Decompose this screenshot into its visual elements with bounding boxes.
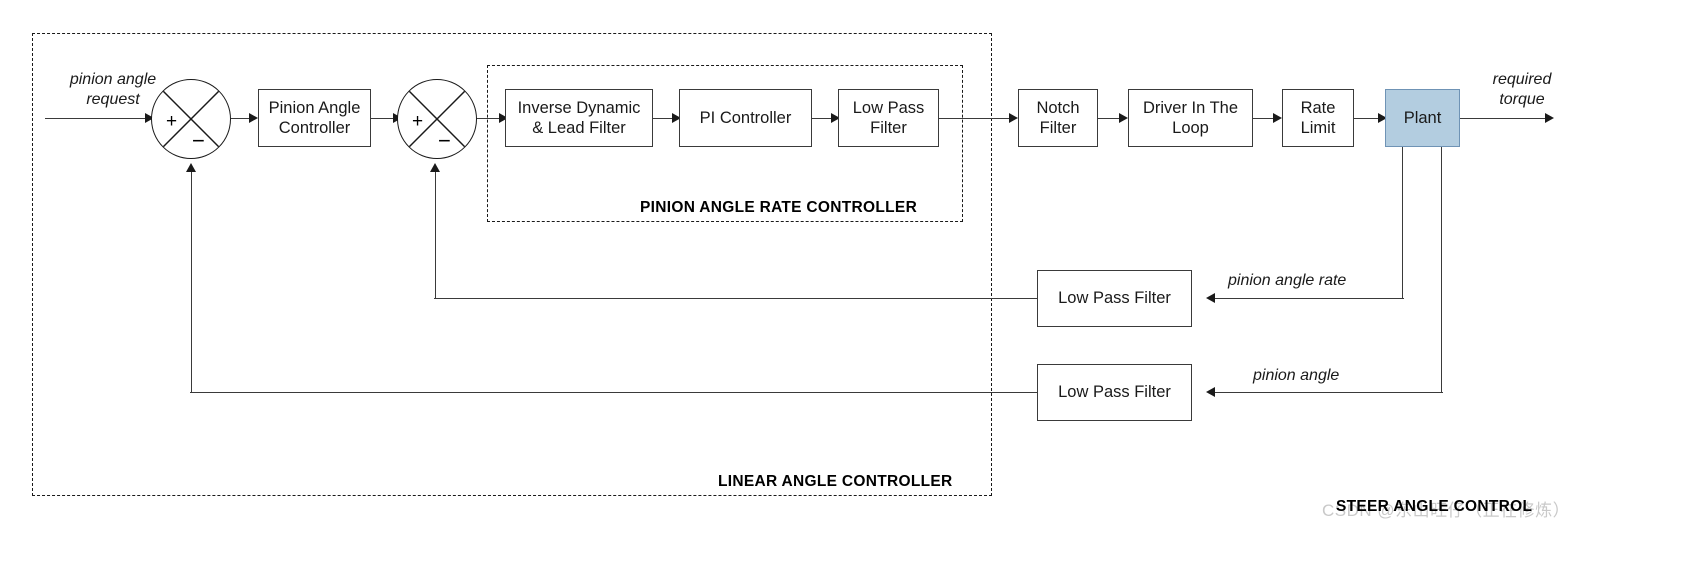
angle-feedback-hline-left: [190, 392, 1038, 393]
ratelimit-to-plant-wire: [1354, 118, 1381, 119]
inner-sum-minus-sign: −: [438, 128, 451, 153]
input-wire: [45, 118, 148, 119]
angle-feedback-arrowhead: [1206, 387, 1215, 397]
plant-angle-tap-vline: [1441, 147, 1442, 393]
outer-sum-minus-sign: −: [192, 128, 205, 153]
steer-angle-control-title: STEER ANGLE CONTROL: [1336, 498, 1533, 515]
angle-feedback-hline-right: [1212, 392, 1443, 393]
linear-angle-controller-label: LINEAR ANGLE CONTROLLER: [718, 473, 953, 490]
lpf-to-notch-wire: [939, 118, 1012, 119]
low-pass-filter-inner-block[interactable]: Low Pass Filter: [838, 89, 939, 147]
rate-limit-block[interactable]: Rate Limit: [1282, 89, 1354, 147]
pinion-angle-rate-controller-label: PINION ANGLE RATE CONTROLLER: [640, 199, 918, 216]
rate-feedback-arrowhead: [1206, 293, 1215, 303]
low-pass-filter-rate-block[interactable]: Low Pass Filter: [1037, 270, 1192, 327]
rate-feedback-up-arrowhead: [430, 163, 440, 172]
plant-block[interactable]: Plant: [1385, 89, 1460, 147]
output-arrowhead: [1545, 113, 1554, 123]
notch-to-ditl-arrowhead: [1119, 113, 1128, 123]
outer-summing-junction: + −: [151, 79, 231, 159]
block-diagram-canvas: LINEAR ANGLE CONTROLLER PINION ANGLE RAT…: [0, 0, 1683, 567]
inner-summing-junction: + −: [397, 79, 477, 159]
summing-cross-icon: [162, 90, 220, 148]
pinion-angle-rate-label: pinion angle rate: [1228, 272, 1347, 289]
rate-feedback-hline-right: [1212, 298, 1404, 299]
rate-feedback-vline-up: [435, 171, 436, 299]
pi-controller-block[interactable]: PI Controller: [679, 89, 812, 147]
outer-sum-to-pac-arrowhead: [249, 113, 258, 123]
outer-sum-plus-sign: +: [166, 111, 178, 132]
output-signal-label: required torque: [1492, 71, 1552, 108]
output-wire: [1460, 118, 1548, 119]
angle-feedback-up-arrowhead: [186, 163, 196, 172]
inner-sum-plus-sign: +: [412, 111, 424, 132]
notch-filter-block[interactable]: Notch Filter: [1018, 89, 1098, 147]
lpf-to-notch-arrowhead: [1009, 113, 1018, 123]
ditl-to-ratelimit-arrowhead: [1273, 113, 1282, 123]
low-pass-filter-angle-block[interactable]: Low Pass Filter: [1037, 364, 1192, 421]
pinion-angle-label: pinion angle: [1253, 367, 1340, 384]
pinion-angle-controller-block[interactable]: Pinion Angle Controller: [258, 89, 371, 147]
summing-cross-icon: [408, 90, 466, 148]
angle-feedback-vline-up: [191, 171, 192, 393]
driver-in-the-loop-block[interactable]: Driver In The Loop: [1128, 89, 1253, 147]
rate-feedback-hline-left: [434, 298, 1037, 299]
inverse-dynamic-lead-filter-block[interactable]: Inverse Dynamic & Lead Filter: [505, 89, 653, 147]
